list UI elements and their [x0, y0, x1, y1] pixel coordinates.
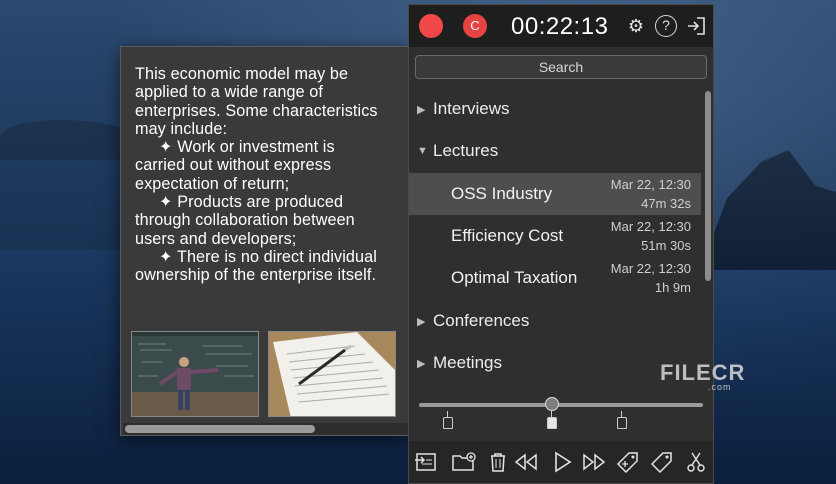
notes-text: This economic model may be applied to a … — [135, 65, 405, 285]
recording-item-efficiency-cost[interactable]: Efficiency Cost Mar 22, 12:30 51m 30s — [409, 215, 701, 257]
watermark-logo: FILECR .com — [660, 360, 746, 392]
document-photo-image — [269, 332, 395, 416]
chevron-right-icon[interactable]: ▶ — [417, 103, 425, 116]
playback-controls — [409, 441, 713, 483]
recording-date: Mar 22, 12:30 — [610, 219, 691, 234]
recording-duration: 1h 9m — [654, 280, 691, 295]
recording-item-optimal-taxation[interactable]: Optimal Taxation Mar 22, 12:30 1h 9m — [409, 257, 701, 299]
chevron-down-icon[interactable]: ▼ — [417, 145, 428, 157]
recorder-toolbar: C 00:22:13 ⚙ ? — [409, 5, 713, 47]
bookmark-tag-icon[interactable] — [617, 411, 627, 429]
group-lectures[interactable]: ▼ Lectures — [409, 131, 705, 173]
playback-position-knob[interactable] — [545, 397, 560, 411]
document-photo-thumbnail[interactable] — [268, 331, 396, 417]
chevron-right-icon[interactable]: ▶ — [417, 315, 425, 328]
new-folder-icon[interactable] — [451, 451, 477, 475]
bookmark-tag-icon[interactable] — [443, 411, 453, 429]
scissors-icon[interactable] — [683, 451, 709, 475]
notes-line: carried out without express — [135, 156, 332, 175]
horizontal-scrollbar-thumb[interactable] — [125, 425, 315, 433]
recorder-panel: C 00:22:13 ⚙ ? Search ▶ Interviews ▼ Lec… — [408, 4, 714, 484]
recording-duration: 51m 30s — [641, 238, 691, 253]
notes-line: users and developers; — [135, 229, 297, 248]
help-icon[interactable]: ? — [655, 15, 677, 37]
group-label: Meetings — [433, 353, 502, 372]
recording-date: Mar 22, 12:30 — [610, 177, 691, 192]
tag-icon[interactable] — [649, 451, 675, 475]
import-icon[interactable] — [413, 451, 439, 475]
notes-line: through collaboration between — [135, 211, 355, 230]
group-label: Conferences — [433, 311, 530, 330]
rewind-icon[interactable] — [513, 451, 539, 475]
notes-bullet-line: ✦ Work or investment is — [159, 138, 335, 157]
gear-icon[interactable]: ⚙ — [625, 15, 647, 37]
group-conferences[interactable]: ▶ Conferences — [409, 301, 705, 343]
notes-line: may include: — [135, 119, 228, 138]
add-tag-icon[interactable] — [615, 451, 641, 475]
record-button[interactable] — [419, 14, 443, 38]
recording-duration: 47m 32s — [641, 196, 691, 211]
recording-title: Efficiency Cost — [451, 226, 564, 245]
vertical-scrollbar-thumb[interactable] — [705, 91, 711, 281]
notes-bullet-line: ✦ Products are produced — [159, 193, 344, 212]
recording-item-oss-industry[interactable]: OSS Industry Mar 22, 12:30 47m 32s — [409, 173, 701, 215]
notes-line: enterprises. Some characteristics — [135, 101, 378, 120]
notes-line: ownership of the enterprise itself. — [135, 266, 377, 285]
lecture-photo-image — [132, 332, 258, 416]
notes-window: This economic model may be applied to a … — [120, 46, 410, 436]
watermark-domain: .com — [708, 382, 732, 392]
recording-date: Mar 22, 12:30 — [610, 261, 691, 276]
watermark-brand: FILECR — [660, 360, 746, 385]
notes-line: applied to a wide range of — [135, 83, 323, 102]
play-icon[interactable] — [549, 451, 575, 475]
trash-icon[interactable] — [485, 451, 511, 475]
group-label: Lectures — [433, 141, 499, 160]
chevron-right-icon[interactable]: ▶ — [417, 357, 425, 370]
exit-icon[interactable] — [685, 15, 707, 37]
recording-timer: 00:22:13 — [511, 13, 609, 40]
search-field[interactable]: Search — [415, 55, 707, 79]
notes-bullet-line: ✦ There is no direct individual — [159, 247, 377, 266]
playback-timeline[interactable] — [419, 403, 703, 407]
notes-line: This economic model may be — [135, 65, 349, 83]
notes-line: expectation of return; — [135, 174, 290, 193]
horizontal-scrollbar[interactable] — [123, 423, 409, 435]
c-button[interactable]: C — [463, 14, 487, 38]
group-label: Interviews — [433, 99, 510, 118]
exit-icon-glyph — [688, 17, 705, 35]
fast-forward-icon[interactable] — [581, 451, 607, 475]
recording-title: Optimal Taxation — [451, 268, 578, 287]
bookmark-tag-icon[interactable] — [547, 411, 557, 429]
group-interviews[interactable]: ▶ Interviews — [409, 89, 705, 131]
lecture-photo-thumbnail[interactable] — [131, 331, 259, 417]
recording-title: OSS Industry — [451, 184, 553, 203]
